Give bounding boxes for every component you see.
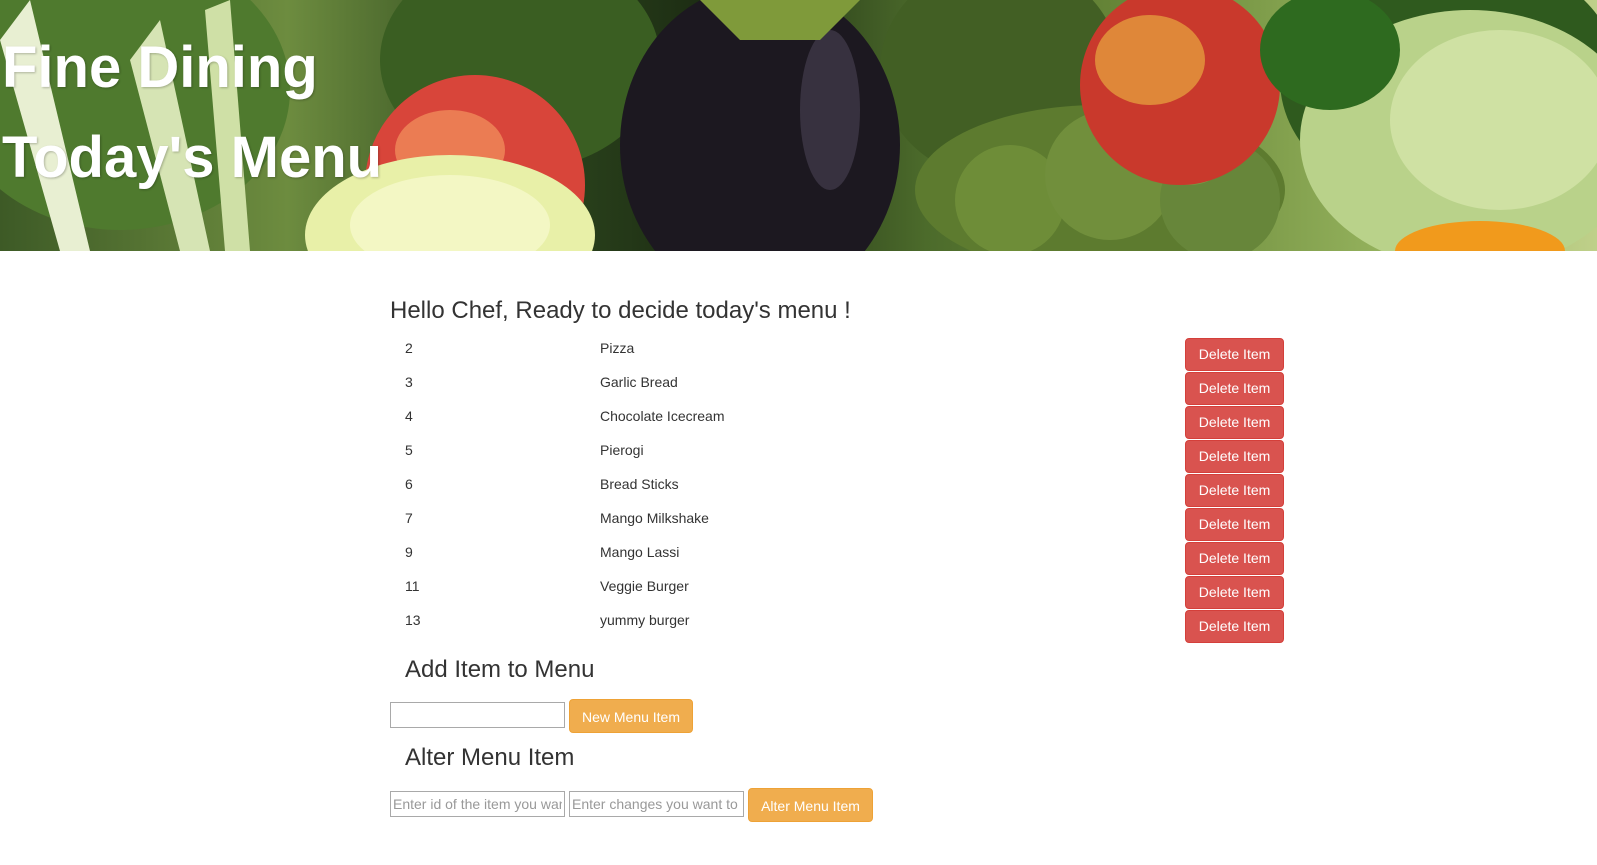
item-name: Pierogi bbox=[600, 442, 644, 458]
menu-row: 7 Mango Milkshake Delete Item bbox=[390, 502, 1285, 541]
item-name: Chocolate Icecream bbox=[600, 408, 725, 424]
alter-menu-item-button[interactable]: Alter Menu Item bbox=[748, 788, 873, 822]
new-menu-item-button[interactable]: New Menu Item bbox=[569, 699, 693, 733]
add-item-heading: Add Item to Menu bbox=[405, 656, 595, 683]
item-name: Garlic Bread bbox=[600, 374, 678, 390]
menu-row: 9 Mango Lassi Delete Item bbox=[390, 536, 1285, 575]
item-id: 6 bbox=[405, 476, 413, 492]
menu-row: 2 Pizza Delete Item bbox=[390, 332, 1285, 371]
item-name: yummy burger bbox=[600, 612, 690, 628]
menu-row: 11 Veggie Burger Delete Item bbox=[390, 570, 1285, 609]
item-id: 3 bbox=[405, 374, 413, 390]
menu-row: 5 Pierogi Delete Item bbox=[390, 434, 1285, 473]
menu-row: 4 Chocolate Icecream Delete Item bbox=[390, 400, 1285, 439]
menu-container: Hello Chef, Ready to decide today's menu… bbox=[390, 290, 1285, 643]
menu-row: 3 Garlic Bread Delete Item bbox=[390, 366, 1285, 405]
item-id: 9 bbox=[405, 544, 413, 560]
alter-item-heading: Alter Menu Item bbox=[405, 744, 575, 771]
item-name: Mango Lassi bbox=[600, 544, 680, 560]
menu-list: 2 Pizza Delete Item 3 Garlic Bread Delet… bbox=[390, 332, 1285, 643]
menu-row: 6 Bread Sticks Delete Item bbox=[390, 468, 1285, 507]
item-id: 7 bbox=[405, 510, 413, 526]
delete-item-button[interactable]: Delete Item bbox=[1185, 610, 1284, 643]
item-id: 13 bbox=[405, 612, 421, 628]
alter-changes-input[interactable] bbox=[569, 791, 744, 817]
item-id: 5 bbox=[405, 442, 413, 458]
item-id: 2 bbox=[405, 340, 413, 356]
alter-id-input[interactable] bbox=[390, 791, 565, 817]
item-name: Bread Sticks bbox=[600, 476, 679, 492]
new-item-input[interactable] bbox=[390, 702, 565, 728]
item-id: 11 bbox=[405, 578, 420, 594]
menu-row: 13 yummy burger Delete Item bbox=[390, 604, 1285, 643]
page-heading: Today's Menu bbox=[2, 125, 383, 190]
item-name: Veggie Burger bbox=[600, 578, 689, 594]
item-id: 4 bbox=[405, 408, 413, 424]
hero-banner: Fine Dining Today's Menu bbox=[0, 0, 1597, 251]
item-name: Pizza bbox=[600, 340, 635, 356]
site-title: Fine Dining bbox=[2, 35, 318, 100]
greeting-heading: Hello Chef, Ready to decide today's menu… bbox=[390, 297, 851, 324]
item-name: Mango Milkshake bbox=[600, 510, 709, 526]
